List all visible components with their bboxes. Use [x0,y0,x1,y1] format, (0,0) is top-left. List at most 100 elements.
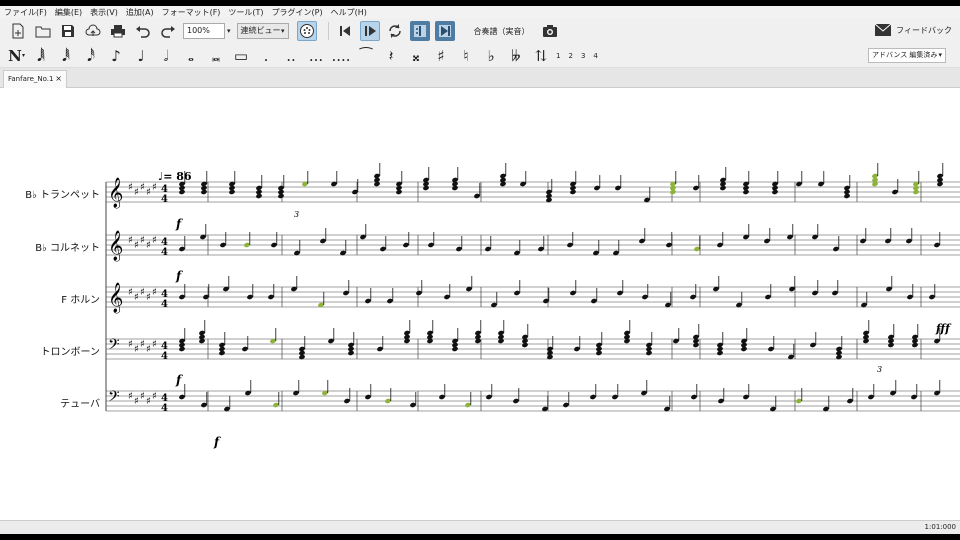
note-input-mode-button[interactable]: N [8,46,22,66]
voice-4-button[interactable]: 4 [593,52,597,60]
zoom-dropdown-icon[interactable]: ▾ [227,27,231,35]
sharp-icon: ♯ [140,391,145,402]
rewind-icon [339,26,350,36]
duration-32nd-button[interactable]: 𝅘𝅥𝅱 [56,46,76,66]
flip-direction-button[interactable]: ⇅ [531,46,551,66]
loop-in-button[interactable] [409,21,430,41]
voice-1-button[interactable]: 1 [556,52,560,60]
dot-button[interactable]: . [256,46,276,66]
menu-bar: ファイル(F) 編集(E) 表示(V) 追加(A) フォーマット(F) ツール(… [0,6,960,18]
duration-half-button[interactable]: 𝅗𝅥 [156,46,176,66]
chevron-down-icon: ▾ [281,27,285,35]
rewind-button[interactable] [335,21,355,41]
menu-format[interactable]: フォーマット(F) [162,7,221,18]
envelope-icon [874,23,892,36]
rest-button[interactable]: 𝄽 [381,46,401,66]
dynamic-trumpet[interactable]: f [175,217,183,231]
sharp-icon: ♯ [140,182,145,193]
loop-button[interactable] [385,21,405,41]
duration-eighth-button[interactable]: ♪ [106,46,126,66]
loop-out-icon [438,25,451,37]
new-score-button[interactable] [8,21,28,41]
bass-clef: 𝄢 [108,388,120,409]
undo-button[interactable] [133,21,153,41]
sharp-icon: ♯ [152,235,157,246]
score-notation[interactable]: ♩= 86 𝄞𝄞𝄞𝄢𝄢 ♯ ♯ ♯ ♯ ♯ 44♯ ♯ ♯ ♯ ♯ 44♯ ♯ ♯ ♯ ♯ 44♯ ♯ ♯ ♯ ♯ 44… [0,88,960,520]
tempo-marking[interactable]: ♩= 86 [158,170,192,183]
staff-lines [106,181,960,412]
workspace-select[interactable]: アドバンス 編集済み ▾ [868,48,946,63]
menu-edit[interactable]: 編集(E) [55,7,82,18]
duration-breve-button[interactable]: 𝅜 [206,46,226,66]
sharp-icon: ♯ [140,339,145,350]
view-mode-select[interactable]: 連続ビュー ▾ [236,23,289,39]
view-mode-value: 連続ビュー [240,26,281,35]
sharp-icon: ♯ [134,187,139,198]
save-button[interactable] [58,21,78,41]
flat-button[interactable]: ♭ [481,46,501,66]
menu-view[interactable]: 表示(V) [90,7,118,18]
cloud-upload-button[interactable] [83,21,103,41]
double-dot-button[interactable]: .. [281,46,301,66]
duration-longa-button[interactable]: ▭ [231,46,251,66]
sharp-icon: ♯ [128,287,133,298]
quadruple-dot-button[interactable]: .... [331,46,351,66]
print-button[interactable] [108,21,128,41]
image-capture-button[interactable] [540,21,560,41]
loop-icon [388,24,401,38]
sharp-icon: ♯ [128,339,133,350]
sharp-icon: ♯ [140,235,145,246]
concert-pitch-toggle[interactable]: 合奏譜（実音） [474,26,530,37]
sharp-icon: ♯ [152,182,157,193]
close-icon[interactable]: × [55,71,62,87]
save-icon [62,25,74,37]
tie-button[interactable]: ⁀ [356,46,376,66]
sharp-icon: ♯ [146,396,151,407]
menu-add[interactable]: 追加(A) [126,7,154,18]
duration-16th-button[interactable]: 𝅘𝅥𝅰 [81,46,101,66]
duration-quarter-button[interactable]: ♩ [131,46,151,66]
dynamic-trombone-end[interactable]: fff [935,322,952,335]
score-canvas[interactable]: B♭ トランペット B♭ コルネット F ホルン トロンボーン テューバ ♩= … [0,88,960,520]
double-flat-button[interactable]: 𝄫 [506,46,526,66]
dynamic-tuba[interactable]: f [213,435,221,449]
notes[interactable] [178,163,944,412]
sharp-icon: ♯ [146,187,151,198]
duration-64th-button[interactable]: 𝅘𝅥𝅲 [31,46,51,66]
feedback-label: フィードバック [896,25,952,35]
menu-plugins[interactable]: プラグイン(P) [272,7,323,18]
time-signature: 4 [161,194,168,205]
sharp-icon: ♯ [128,235,133,246]
play-button[interactable] [359,21,380,41]
workspace-value: アドバンス 編集済み [872,51,938,59]
open-button[interactable] [33,21,53,41]
bass-clef: 𝄢 [108,336,120,357]
menu-help[interactable]: ヘルプ(H) [331,7,367,18]
tuplet-trumpet: 3 [294,210,299,219]
loop-out-button[interactable] [434,21,455,41]
file-toolbar: 100% ▾ 連続ビュー ▾ 合奏譜（実音） フィードバック [0,18,960,44]
duration-whole-button[interactable]: 𝅝 [181,46,201,66]
midi-input-button[interactable] [296,21,317,41]
menu-file[interactable]: ファイル(F) [4,7,47,18]
time-signature: 4 [161,247,168,258]
dynamic-cornet[interactable]: f [175,269,183,283]
sharp-button[interactable]: ♯ [431,46,451,66]
sharp-icon: ♯ [128,182,133,193]
double-sharp-button[interactable]: 𝄪 [406,46,426,66]
voice-3-button[interactable]: 3 [581,52,585,60]
score-tab[interactable]: Fanfare_No.1 × [3,70,67,88]
voice-2-button[interactable]: 2 [568,52,572,60]
menu-tools[interactable]: ツール(T) [228,7,263,18]
chevron-down-icon[interactable]: ▾ [22,52,25,59]
triple-dot-button[interactable]: ... [306,46,326,66]
dynamic-trombone[interactable]: f [175,373,183,387]
natural-button[interactable]: ♮ [456,46,476,66]
zoom-input[interactable]: 100% [183,23,225,39]
redo-button[interactable] [158,21,178,41]
clefs: 𝄞 𝄞 𝄞 𝄢 𝄢 [108,177,123,409]
sharp-icon: ♯ [134,240,139,251]
note-input-toolbar: N ▾ 𝅘𝅥𝅲 𝅘𝅥𝅱 𝅘𝅥𝅰 ♪ ♩ 𝅗𝅥 𝅝 𝅜 ▭ . .. ... ..… [0,44,960,68]
feedback-button[interactable]: フィードバック [874,23,952,37]
tuplet-trombone: 3 [877,365,882,374]
